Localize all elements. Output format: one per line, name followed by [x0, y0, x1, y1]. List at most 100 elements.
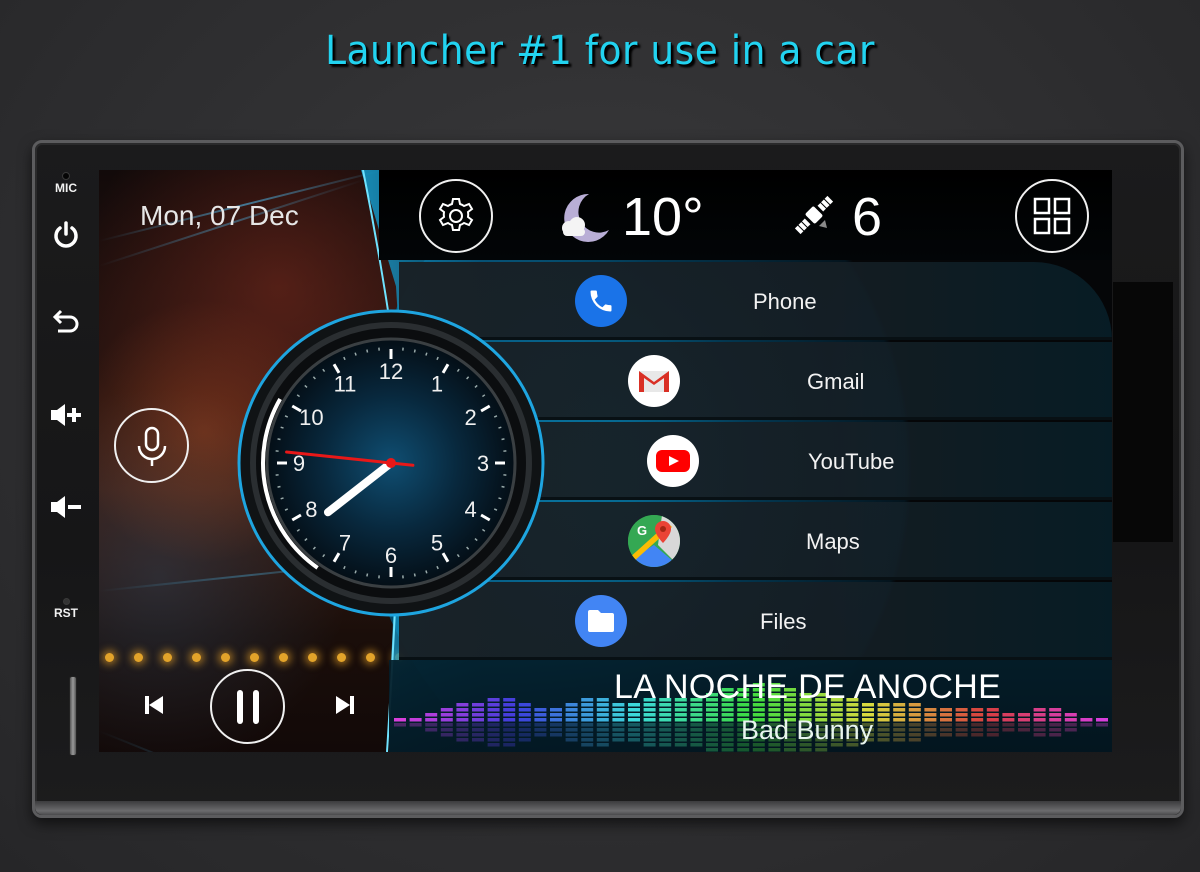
satellite-count: 6: [852, 187, 883, 247]
equalizer-reflection: [581, 728, 594, 732]
previous-track-button[interactable]: [139, 690, 169, 720]
clock-minute-tick: [277, 438, 281, 441]
equalizer-reflection: [1064, 728, 1077, 732]
equalizer-reflection: [612, 728, 625, 732]
equalizer-segment: [721, 713, 734, 717]
equalizer-segment: [971, 718, 984, 722]
equalizer-reflection: [440, 723, 453, 727]
clock-minute-tick: [498, 497, 502, 500]
equalizer-reflection: [534, 728, 547, 732]
clock-number: 3: [477, 451, 489, 476]
equalizer-reflection: [518, 738, 531, 742]
equalizer-reflection: [596, 733, 609, 737]
play-pause-button[interactable]: [210, 669, 285, 744]
app-label: Gmail: [807, 369, 865, 394]
equalizer-segment: [1049, 718, 1062, 722]
equalizer-segment: [690, 718, 703, 722]
equalizer-reflection: [659, 728, 672, 732]
equalizer-segment: [643, 718, 656, 722]
analog-clock-widget[interactable]: 12 1 2 3 4 5 6 7 8 9 10 11: [236, 308, 546, 618]
equalizer-segment: [596, 713, 609, 717]
frame-reflection: [1113, 282, 1173, 542]
equalizer-reflection: [643, 728, 656, 732]
equalizer-reflection: [1018, 723, 1030, 727]
equalizer-segment: [456, 718, 469, 722]
equalizer-reflection: [628, 733, 640, 737]
back-button[interactable]: [36, 308, 96, 341]
app-label: Files: [760, 609, 807, 634]
equalizer-reflection: [1018, 728, 1030, 732]
equalizer-reflection: [550, 723, 562, 727]
equalizer-reflection: [643, 743, 656, 747]
equalizer-reflection: [472, 733, 484, 737]
equalizer-reflection: [518, 728, 531, 732]
pause-icon: [236, 689, 259, 724]
equalizer-segment: [440, 718, 453, 722]
equalizer-reflection: [721, 743, 734, 747]
voice-assistant-button[interactable]: [114, 408, 189, 483]
equalizer-segment: [940, 708, 952, 712]
equalizer-reflection: [768, 748, 781, 752]
equalizer-segment: [643, 713, 656, 717]
equalizer-segment: [674, 713, 687, 717]
equalizer-segment: [565, 703, 578, 707]
gear-icon: [438, 198, 474, 231]
equalizer-reflection: [596, 723, 609, 727]
equalizer-reflection: [1002, 728, 1015, 732]
sd-card-slot: [69, 676, 77, 756]
equalizer-reflection: [472, 723, 484, 727]
clock-minute-tick: [501, 485, 505, 488]
grid-icon: [1033, 197, 1071, 235]
equalizer-segment: [1049, 708, 1062, 712]
equalizer-reflection: [721, 738, 734, 742]
app-label: Phone: [753, 289, 817, 314]
analog-clock: 12 1234567891011: [237, 309, 545, 617]
volume-up-button[interactable]: [36, 402, 96, 433]
equalizer-segment: [893, 718, 906, 722]
equalizer-segment: [908, 713, 921, 717]
equalizer-segment: [1033, 713, 1046, 717]
reset-button[interactable]: RST: [36, 598, 96, 620]
equalizer-reflection: [986, 733, 999, 737]
equalizer-reflection: [752, 748, 765, 752]
equalizer-segment: [503, 718, 516, 722]
equalizer-segment: [581, 713, 594, 717]
equalizer-reflection: [394, 723, 406, 727]
volume-down-button[interactable]: [36, 494, 96, 525]
equalizer-segment: [440, 708, 453, 712]
equalizer-segment: [940, 713, 952, 717]
equalizer-segment: [768, 708, 781, 712]
equalizer-segment: [971, 708, 984, 712]
equalizer-segment: [877, 718, 890, 722]
equalizer-segment: [799, 708, 812, 712]
equalizer-reflection: [643, 733, 656, 737]
clock-minute-tick: [498, 426, 502, 429]
settings-button[interactable]: [419, 179, 493, 253]
equalizer-segment: [596, 718, 609, 722]
next-track-button[interactable]: [330, 690, 360, 720]
app-label: Maps: [806, 529, 860, 554]
equalizer-segment: [893, 708, 906, 712]
equalizer-reflection: [487, 743, 500, 747]
equalizer-reflection: [534, 723, 547, 727]
equalizer-reflection: [581, 733, 594, 737]
clock-number: 12: [379, 359, 403, 384]
equalizer-reflection: [1033, 723, 1046, 727]
equalizer-reflection: [908, 738, 921, 742]
equalizer-segment: [924, 713, 937, 717]
equalizer-reflection: [503, 733, 516, 737]
equalizer-reflection: [628, 738, 640, 742]
equalizer-segment: [456, 703, 469, 707]
equalizer-segment: [472, 713, 484, 717]
clock-center-cap: [386, 458, 396, 468]
power-button[interactable]: [36, 220, 96, 255]
all-apps-button[interactable]: [1015, 179, 1089, 253]
rst-label: RST: [54, 606, 78, 620]
equalizer-reflection: [706, 728, 718, 732]
equalizer-segment: [659, 718, 672, 722]
equalizer-segment: [924, 718, 937, 722]
equalizer-reflection: [1033, 733, 1046, 737]
equalizer-reflection: [955, 733, 968, 737]
equalizer-segment: [659, 708, 672, 712]
mic-hole: MIC: [36, 172, 96, 195]
